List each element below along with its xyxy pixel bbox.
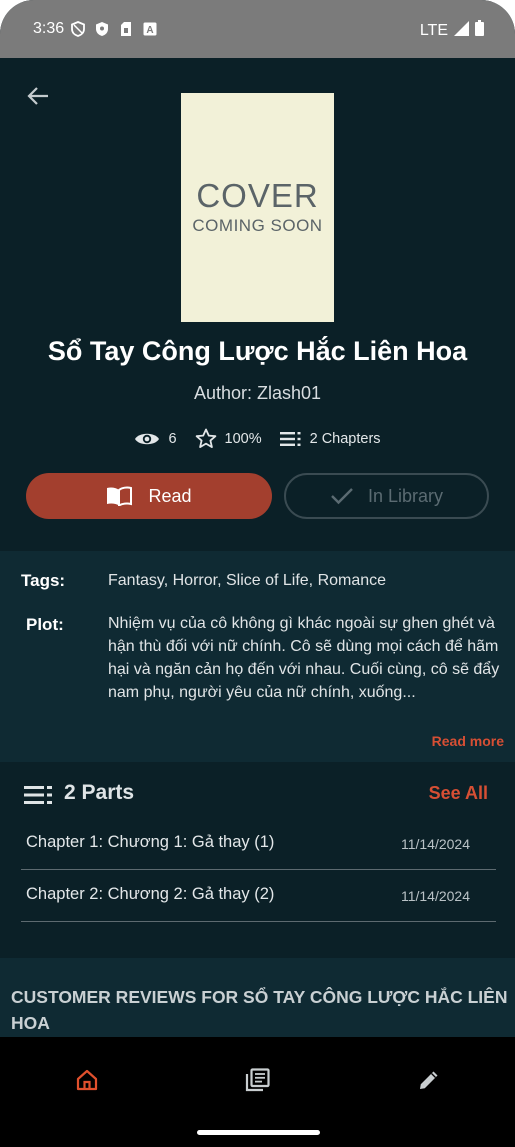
chapter-title: Chapter 1: Chương 1: Gả thay (1): [26, 833, 275, 851]
open-book-icon: [107, 486, 133, 506]
chapter-title: Chapter 2: Chương 2: Gả thay (2): [26, 885, 275, 903]
status-time: 3:36: [33, 20, 65, 37]
book-stats: 6 100% 2 Chapters: [0, 428, 515, 449]
library-books-icon: [245, 1068, 270, 1092]
tags-label: Tags:: [21, 571, 66, 590]
see-all-link[interactable]: See All: [429, 783, 488, 804]
read-more-link[interactable]: Read more: [432, 733, 504, 749]
parts-header: 2 Parts See All: [0, 776, 515, 814]
in-library-button[interactable]: In Library: [284, 473, 489, 519]
nav-write[interactable]: [414, 1065, 444, 1095]
shield-outline-icon: [70, 20, 85, 38]
nav-library[interactable]: [243, 1065, 273, 1095]
cover-placeholder-subtitle: COMING SOON: [192, 215, 323, 235]
book-author: Author: Zlash01: [193, 383, 322, 403]
plot-label: Plot:: [26, 615, 64, 634]
svg-text:A: A: [146, 25, 153, 36]
views-stat: 6: [134, 430, 177, 448]
cover-placeholder-title: COVER: [196, 176, 319, 214]
reviews-title: CUSTOMER REVIEWS FOR SỔ TAY CÔNG LƯỢC HẮ…: [11, 987, 508, 1033]
home-icon: [76, 1069, 98, 1091]
book-cover: COVER COMING SOON: [181, 93, 334, 322]
list-icon: [279, 431, 301, 446]
rating-stat: 100%: [195, 428, 262, 449]
check-icon: [331, 488, 353, 505]
parts-title: 2 Parts: [64, 781, 135, 804]
plot-text: Nhiệm vụ của cô không gì khác ngoài sự g…: [108, 615, 500, 701]
star-outline-icon: [195, 428, 216, 448]
shield-icon: [94, 20, 109, 38]
tags-value: Fantasy, Horror, Slice of Life, Romance: [108, 572, 387, 589]
bottom-navigation: [0, 1037, 515, 1147]
chapter-row[interactable]: Chapter 2: Chương 2: Gả thay (2) 11/14/2…: [21, 869, 496, 922]
app-screen: 3:36 A LTE COVER COMING SOON Sổ Tay Công…: [0, 0, 515, 1147]
chapters-stat: 2 Chapters: [279, 430, 381, 447]
network-type-label: LTE: [419, 21, 448, 39]
list-icon: [24, 786, 52, 804]
home-indicator[interactable]: [197, 1130, 320, 1135]
status-system-icons: LTE: [420, 20, 484, 41]
read-button-label: Read: [148, 485, 192, 506]
battery-icon: [475, 20, 484, 41]
nav-home[interactable]: [72, 1065, 102, 1095]
status-bar: 3:36 A LTE: [0, 0, 515, 58]
eye-icon: [135, 433, 160, 444]
chapter-row[interactable]: Chapter 1: Chương 1: Gả thay (1) 11/14/2…: [21, 817, 496, 870]
chapters-count: 2 Chapters: [309, 430, 381, 447]
sim-card-icon: [118, 20, 133, 38]
back-button[interactable]: [24, 82, 52, 110]
status-notification-icons: A: [70, 20, 157, 38]
chapter-date: 11/14/2024: [400, 888, 470, 904]
in-library-label: In Library: [367, 485, 444, 506]
chapter-date: 11/14/2024: [400, 836, 470, 852]
arrow-left-icon: [27, 87, 48, 105]
rating-value: 100%: [224, 430, 262, 447]
reviews-section: CUSTOMER REVIEWS FOR SỔ TAY CÔNG LƯỢC HẮ…: [0, 958, 515, 1038]
signal-icon: [454, 20, 469, 41]
pencil-icon: [420, 1071, 438, 1089]
book-title: Sổ Tay Công Lược Hắc Liên Hoa: [47, 336, 468, 366]
details-panel: Tags: Fantasy, Horror, Slice of Life, Ro…: [0, 551, 515, 762]
views-count: 6: [168, 430, 177, 447]
app-a-icon: A: [142, 20, 157, 38]
read-button[interactable]: Read: [26, 473, 272, 519]
